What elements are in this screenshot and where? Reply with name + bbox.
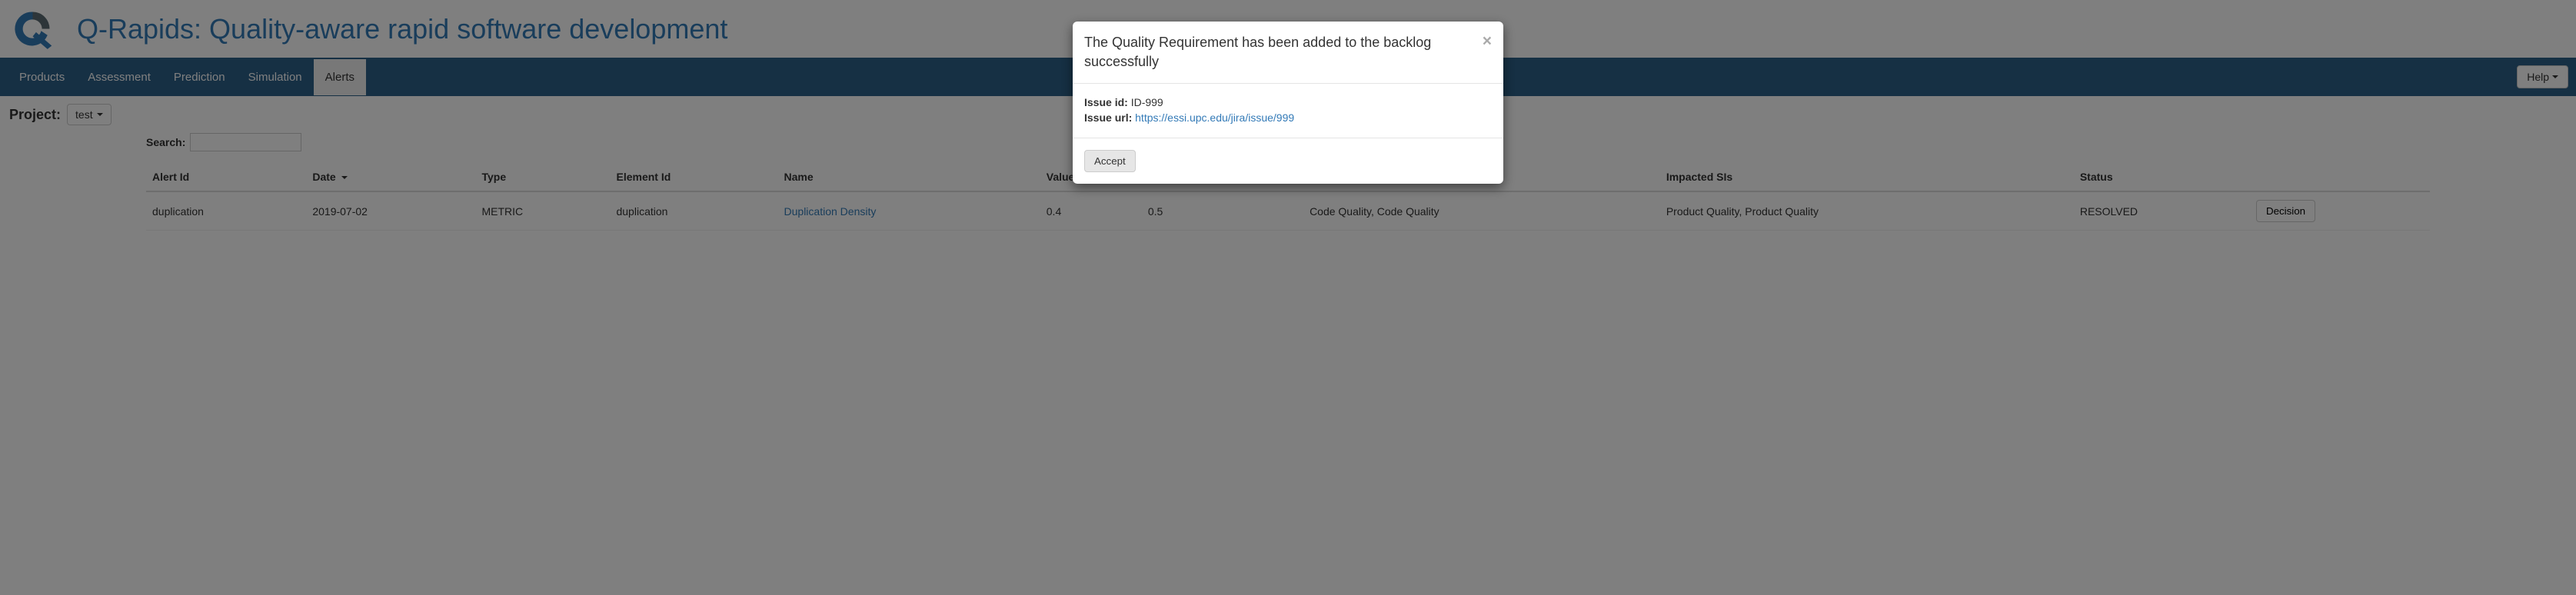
issue-url-row: Issue url: https://essi.upc.edu/jira/iss… [1084,111,1492,126]
issue-id-label: Issue id: [1084,96,1128,108]
close-icon[interactable]: × [1483,33,1492,49]
modal-header: The Quality Requirement has been added t… [1073,22,1503,84]
accept-button[interactable]: Accept [1084,150,1136,172]
modal-dialog: The Quality Requirement has been added t… [1073,22,1503,184]
issue-url-label: Issue url: [1084,111,1132,124]
modal-title: The Quality Requirement has been added t… [1084,33,1483,71]
modal-footer: Accept [1073,138,1503,184]
issue-url-link[interactable]: https://essi.upc.edu/jira/issue/999 [1135,111,1294,124]
issue-id-value: ID-999 [1131,96,1163,108]
issue-id-row: Issue id: ID-999 [1084,95,1492,111]
modal-body: Issue id: ID-999 Issue url: https://essi… [1073,84,1503,137]
